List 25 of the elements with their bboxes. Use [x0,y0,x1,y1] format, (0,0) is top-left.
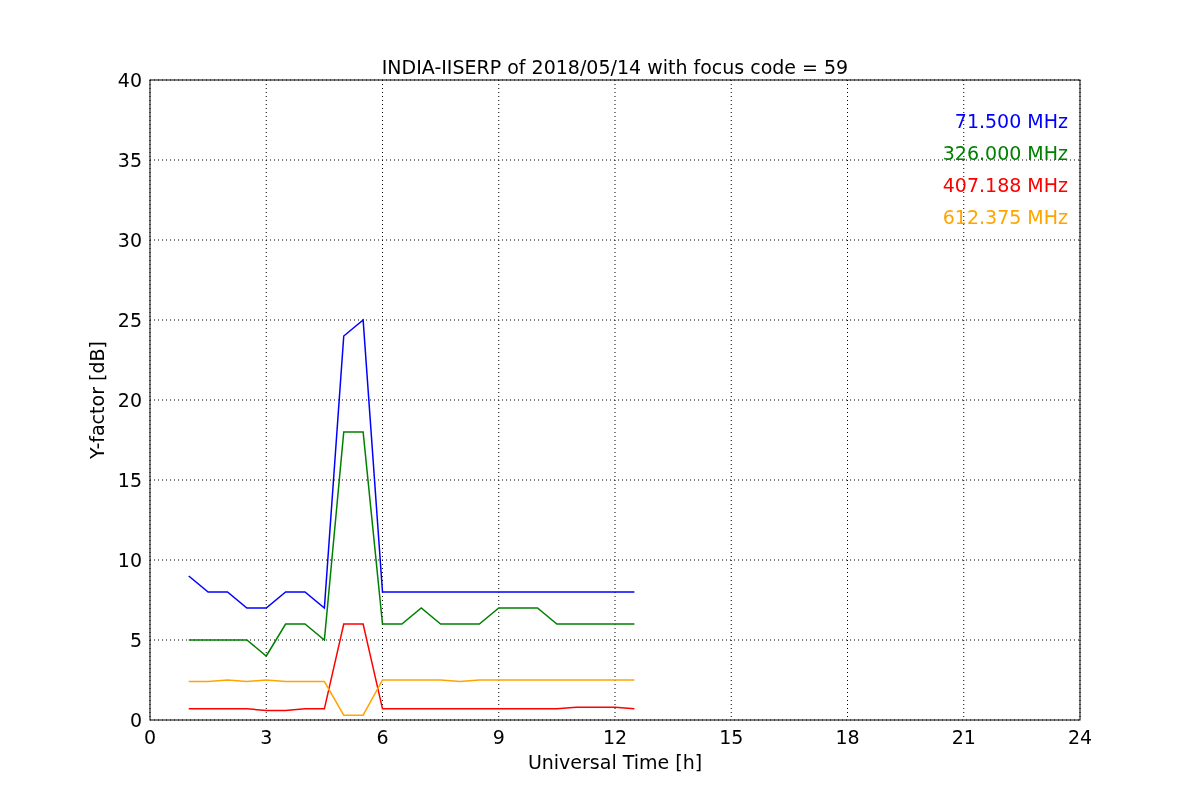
chart-title: INDIA-IISERP of 2018/05/14 with focus code = 59 [381,56,849,78]
x-tick-label: 24 [1067,726,1093,748]
y-tick-label: 15 [117,469,142,491]
x-tick-label: 18 [835,726,860,748]
y-axis-label: Y-factor [dB] [86,341,108,459]
x-tick-label: 15 [719,726,744,748]
x-tick-label: 12 [602,726,628,748]
y-tick-label: 5 [129,629,142,651]
y-tick-label: 10 [117,549,142,571]
x-tick-label: 9 [492,726,505,748]
x-tick-label: 0 [143,726,157,748]
x-tick-label: 6 [376,726,389,748]
x-tick-label: 3 [260,726,273,748]
y-tick-label: 25 [117,309,142,331]
x-tick-label: 21 [951,726,976,748]
legend-label: 612.375 MHz [942,206,1068,228]
legend-label: 326.000 MHz [942,142,1068,164]
y-tick-label: 0 [129,709,142,731]
legend-label: 71.500 MHz [954,110,1068,132]
legend-label: 407.188 MHz [942,174,1068,196]
y-tick-label: 35 [117,149,142,171]
x-axis-label: Universal Time [h] [527,751,703,773]
y-tick-label: 30 [117,229,142,251]
y-tick-label: 20 [117,389,142,411]
y-tick-label: 40 [117,69,142,91]
